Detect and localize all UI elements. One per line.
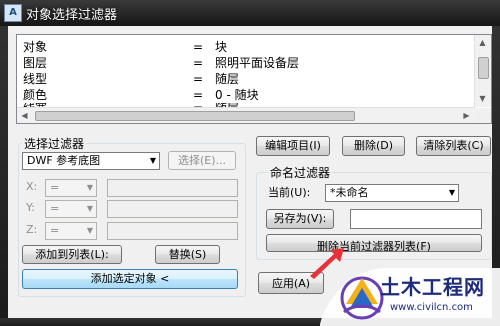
current-label: 当前(U):: [268, 186, 311, 199]
chevron-down-icon: ▼: [149, 156, 156, 165]
x-label: X:: [26, 180, 38, 193]
scroll-up-icon[interactable]: ▲: [475, 35, 490, 50]
filter-value: 块: [215, 40, 228, 54]
delete-button[interactable]: 删除(D): [342, 136, 405, 156]
filter-property: 对象: [23, 40, 48, 54]
list-item[interactable]: 对象 = 块: [23, 39, 463, 55]
filter-property: 图层: [23, 56, 48, 70]
vertical-scrollbar[interactable]: ▲ ▼: [474, 35, 491, 107]
watermark-url: www.civilcn.com: [390, 302, 473, 313]
save-as-field[interactable]: [350, 209, 482, 229]
x-operator-value: =: [50, 181, 60, 194]
filter-type-value: DWF 参考底图: [27, 154, 101, 167]
filter-value: 随层: [215, 72, 240, 86]
y-label: Y:: [26, 201, 35, 214]
clear-list-button[interactable]: 清除列表(C): [416, 136, 491, 156]
y-value-field[interactable]: [107, 200, 238, 218]
current-filter-value: *未命名: [330, 186, 369, 199]
select-button[interactable]: 选择(E)...: [168, 151, 236, 170]
filter-list[interactable]: 对象 = 块 图层 = 照明平面设备层 线型 = 随层 颜色 = 0 - 随块 …: [16, 34, 492, 124]
chevron-down-icon: ▼: [86, 183, 93, 192]
select-filter-label: 选择过滤器: [22, 135, 87, 152]
z-value-field[interactable]: [107, 222, 238, 240]
scroll-down-icon[interactable]: ▼: [475, 91, 490, 106]
z-label: Z:: [26, 223, 38, 236]
add-selected-button[interactable]: 添加选定对象 <: [22, 269, 238, 289]
list-item[interactable]: 颜色 = 0 - 随块: [23, 87, 463, 103]
scrollbar-corner: [475, 108, 491, 123]
named-filters-label: 命名过滤器: [268, 164, 333, 181]
chevron-down-icon: ▼: [448, 188, 455, 197]
window-title: 对象选择过滤器: [26, 8, 118, 23]
z-operator-dropdown[interactable]: = ▼: [45, 222, 97, 240]
current-filter-dropdown[interactable]: *未命名 ▼: [325, 184, 459, 202]
filter-operator: =: [193, 88, 204, 102]
watermark-title: 土木工程网: [380, 275, 485, 299]
filter-operator: =: [193, 56, 204, 70]
list-item[interactable]: 线型 = 随层: [23, 71, 463, 87]
filter-property: 颜色: [23, 88, 48, 102]
scroll-left-icon[interactable]: ◀: [17, 108, 32, 123]
filter-type-dropdown[interactable]: DWF 参考底图 ▼: [22, 152, 160, 170]
list-item[interactable]: 图层 = 照明平面设备层: [23, 55, 463, 71]
title-bar: A 对象选择过滤器: [0, 0, 500, 26]
filter-value: 0 - 随块: [215, 88, 259, 102]
z-operator-value: =: [50, 224, 60, 237]
filter-value: 照明平面设备层: [215, 56, 300, 70]
y-operator-value: =: [50, 202, 60, 215]
scroll-right-icon[interactable]: ▶: [459, 108, 474, 123]
autocad-icon[interactable]: A: [4, 4, 22, 22]
save-as-button[interactable]: 另存为(V):: [266, 209, 334, 229]
chevron-down-icon: ▼: [86, 204, 93, 213]
window-frame-left: [0, 26, 8, 326]
delete-current-filter-button[interactable]: 删除当前过滤器列表(F): [266, 234, 482, 252]
horizontal-scrollbar[interactable]: ◀ ▶: [17, 107, 475, 123]
add-to-list-button[interactable]: 添加到列表(L):: [22, 245, 122, 264]
filter-operator: =: [193, 40, 204, 54]
y-operator-dropdown[interactable]: = ▼: [45, 200, 97, 218]
edit-item-button[interactable]: 编辑项目(I): [256, 136, 330, 156]
x-value-field[interactable]: [107, 179, 238, 197]
filter-operator: =: [193, 72, 204, 86]
x-operator-dropdown[interactable]: = ▼: [45, 179, 97, 197]
horizontal-scroll-thumb[interactable]: [35, 111, 355, 121]
vertical-scroll-thumb[interactable]: [478, 57, 489, 79]
replace-button[interactable]: 替换(S): [155, 245, 220, 264]
filter-property: 线型: [23, 72, 48, 86]
chevron-down-icon: ▼: [86, 226, 93, 235]
